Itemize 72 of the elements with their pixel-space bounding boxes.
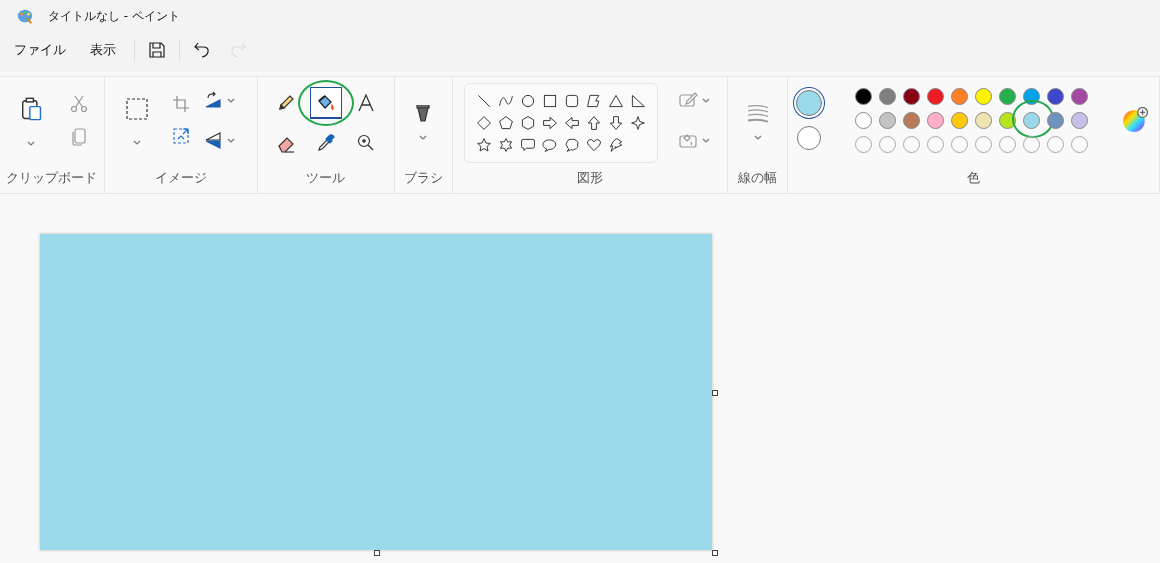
tool-button[interactable] xyxy=(309,87,342,119)
color-swatch[interactable] xyxy=(975,111,993,129)
menu-item[interactable]: ファイル xyxy=(4,35,76,65)
right-triangle-shape-icon xyxy=(630,93,646,109)
arrow-up-shape-icon xyxy=(586,115,602,131)
callout-oval-shape-icon xyxy=(542,137,558,153)
text-a-icon xyxy=(355,93,376,113)
selection-rectangle-icon xyxy=(124,97,149,121)
scissors-icon[interactable] xyxy=(68,94,89,114)
color-swatch[interactable] xyxy=(903,111,921,129)
color-swatch[interactable] xyxy=(975,87,993,105)
color-swatch[interactable] xyxy=(927,87,945,105)
resize-handle[interactable] xyxy=(712,550,718,556)
window-title: タイトルなし - ペイント xyxy=(48,7,180,25)
group-label: ツール xyxy=(306,169,346,187)
color-swatch[interactable] xyxy=(999,87,1017,105)
callout-cloud-shape-icon xyxy=(564,137,580,153)
callout-rect-shape-icon xyxy=(520,137,536,153)
rectangle-shape-icon xyxy=(542,93,558,109)
group-label: 線の幅 xyxy=(738,169,778,187)
resize-icon[interactable] xyxy=(170,126,191,146)
color-swatch[interactable] xyxy=(855,111,873,129)
eyedropper-icon xyxy=(315,133,336,153)
lightning-shape-icon xyxy=(608,137,624,153)
color-swatch[interactable] xyxy=(879,87,897,105)
star4-shape-icon xyxy=(630,115,646,131)
color-swatch[interactable] xyxy=(1047,87,1065,105)
polygon-shape-icon xyxy=(586,93,602,109)
line-shape-icon xyxy=(476,93,492,109)
highlight-ellipse xyxy=(297,80,354,126)
hexagon-shape-icon xyxy=(520,115,536,131)
color-swatch[interactable] xyxy=(1071,87,1089,105)
group-label: 図形 xyxy=(577,169,603,187)
color-swatch[interactable] xyxy=(1023,87,1041,105)
resize-handle[interactable] xyxy=(374,550,380,556)
triangle-shape-icon xyxy=(608,93,624,109)
color-swatch[interactable] xyxy=(951,87,969,105)
arrow-left-shape-icon xyxy=(564,115,580,131)
rounded-shape-icon xyxy=(564,93,580,109)
color-wheel-icon xyxy=(1121,107,1148,133)
diamond-shape-icon xyxy=(476,115,492,131)
color-swatch[interactable] xyxy=(927,111,945,129)
star5-shape-icon xyxy=(476,137,492,153)
line-width-icon xyxy=(745,102,770,124)
pentagon-shape-icon xyxy=(498,115,514,131)
pen-outline-icon xyxy=(678,90,698,110)
group-label: ブラシ xyxy=(403,169,443,187)
current-color-swatch[interactable] xyxy=(796,126,821,150)
group-label: イメージ xyxy=(154,169,207,187)
zoom-in-icon xyxy=(355,133,376,153)
menu-item[interactable]: 表示 xyxy=(80,35,126,65)
current-color-swatch[interactable] xyxy=(795,90,822,116)
color-swatch[interactable] xyxy=(1047,111,1065,129)
resize-handle[interactable] xyxy=(712,390,718,396)
group-label: クリップボード xyxy=(6,169,98,187)
color-swatch[interactable] xyxy=(879,111,897,129)
oval-shape-icon xyxy=(520,93,536,109)
crop-icon[interactable] xyxy=(170,94,191,114)
undo-icon xyxy=(192,40,212,60)
color-swatch[interactable] xyxy=(855,87,873,105)
paint-palette-icon xyxy=(16,7,34,25)
color-swatch[interactable] xyxy=(951,111,969,129)
curve-shape-icon xyxy=(498,93,514,109)
color-swatch[interactable] xyxy=(1071,111,1089,129)
color-swatch[interactable] xyxy=(903,87,921,105)
group-label: 色 xyxy=(967,169,981,187)
save-icon xyxy=(147,40,167,60)
arrow-right-shape-icon xyxy=(542,115,558,131)
heart-shape-icon xyxy=(586,137,602,153)
arrow-down-shape-icon xyxy=(608,115,624,131)
star6-shape-icon xyxy=(498,137,514,153)
color-swatch[interactable] xyxy=(1023,111,1041,129)
